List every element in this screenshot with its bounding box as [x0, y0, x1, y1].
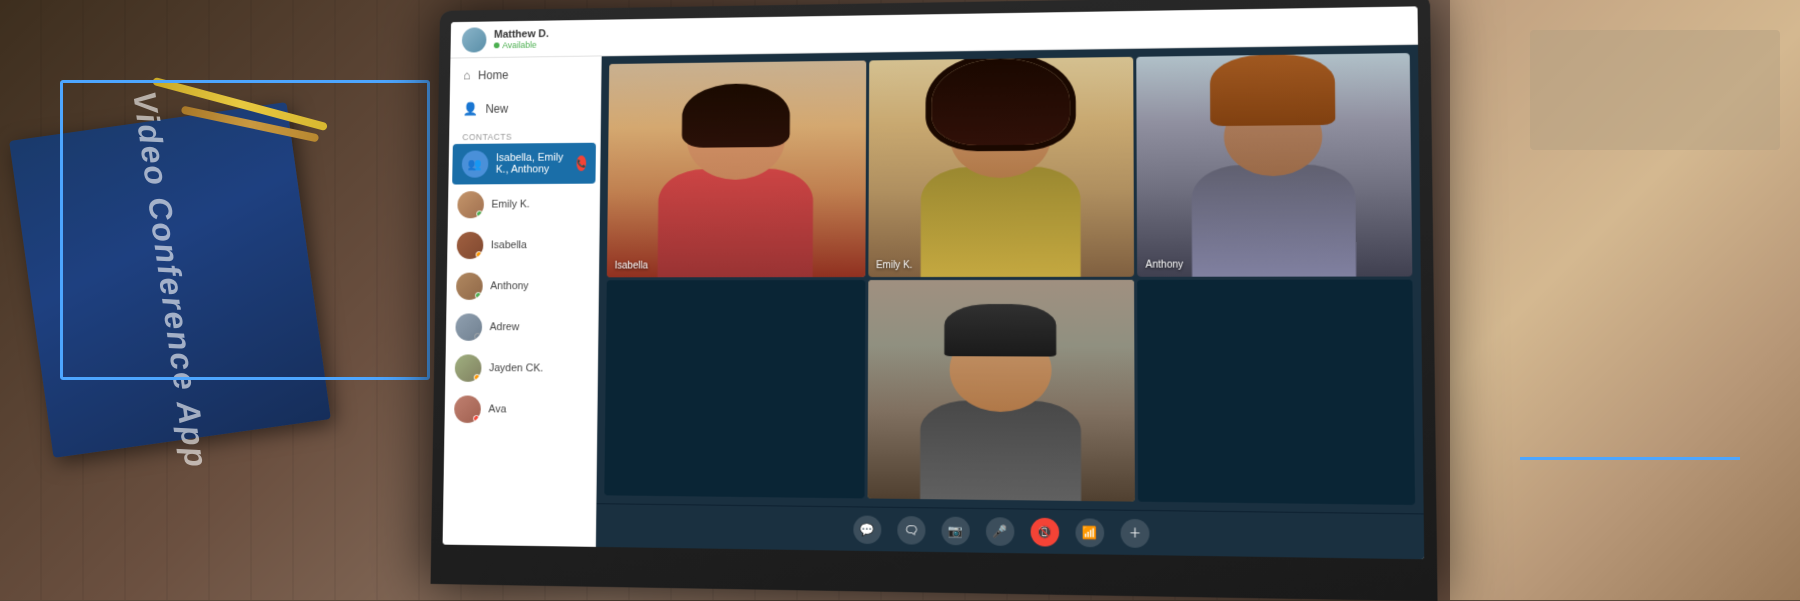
user-name: Matthew D.: [494, 28, 549, 40]
video-tile-bottom: [867, 279, 1135, 501]
contact-isabella[interactable]: Isabella: [447, 225, 599, 266]
video-tile-isabella: Isabella: [607, 61, 866, 277]
active-contact-name: Isabella, Emily K., Anthony: [496, 152, 569, 176]
jayden-status-dot: [474, 374, 481, 381]
signal-button[interactable]: 📶: [1075, 518, 1104, 547]
emily-avatar: [457, 191, 484, 218]
user-info: Matthew D. Available: [494, 28, 549, 50]
sidebar: ⌂ Home 👤 New Contacts 👥 Isabella, Emily …: [443, 56, 602, 547]
chat-button[interactable]: 🗨: [897, 515, 925, 544]
contact-jayden[interactable]: Jayden CK.: [445, 348, 597, 390]
nav-home[interactable]: ⌂ Home: [450, 56, 601, 92]
isabella-name: Isabella: [491, 239, 527, 251]
adrew-name: Adrew: [490, 321, 520, 333]
message-icon: 💬: [860, 522, 875, 536]
end-call-icon: 📵: [1037, 524, 1052, 538]
blue-highlight-box: [60, 80, 430, 380]
contact-active-group[interactable]: 👥 Isabella, Emily K., Anthony 📞: [452, 143, 596, 185]
chat-icon: 🗨: [904, 523, 919, 537]
nav-home-label: Home: [478, 68, 508, 82]
signal-icon: 📶: [1082, 525, 1097, 540]
isabella-status-dot: [476, 251, 483, 258]
label-anthony: Anthony: [1146, 259, 1184, 270]
anthony-avatar: [456, 273, 483, 300]
screen-body: ⌂ Home 👤 New Contacts 👥 Isabella, Emily …: [443, 45, 1425, 559]
anthony-name: Anthony: [490, 280, 529, 292]
user-status: Available: [494, 39, 549, 49]
jayden-name: Jayden CK.: [489, 362, 543, 374]
nav-new[interactable]: 👤 New: [449, 90, 600, 126]
emily-name: Emily K.: [491, 199, 529, 211]
video-tile-anthony: Anthony: [1137, 53, 1413, 276]
active-call-icon: 📞: [577, 155, 587, 171]
monitor: Matthew D. Available ⌂ Home 👤 New: [431, 0, 1438, 601]
status-dot: [494, 42, 500, 48]
video-grid: Isabella Emily K.: [596, 45, 1423, 514]
add-button[interactable]: ＋: [1121, 518, 1150, 547]
anthony-status-dot: [475, 292, 482, 299]
video-tile-emily: Emily K.: [868, 57, 1134, 277]
status-text: Available: [502, 40, 536, 50]
mic-button[interactable]: 🎤: [986, 517, 1014, 546]
adrew-status-dot: [474, 333, 481, 340]
video-tile-empty-right: [1137, 279, 1415, 505]
group-avatar: 👥: [462, 150, 489, 177]
label-isabella: Isabella: [615, 260, 648, 271]
camera-icon: 📷: [948, 523, 963, 537]
ava-status-dot: [473, 415, 480, 422]
end-call-button[interactable]: 📵: [1031, 517, 1060, 546]
user-avatar: [462, 27, 487, 52]
message-button[interactable]: 💬: [853, 515, 881, 544]
contact-emily[interactable]: Emily K.: [448, 184, 600, 226]
contacts-section-label: Contacts: [449, 125, 600, 144]
add-icon: ＋: [1129, 524, 1141, 542]
label-emily: Emily K.: [876, 260, 912, 271]
contact-adrew[interactable]: Adrew: [446, 307, 598, 348]
keyboard-area: [1530, 30, 1780, 150]
new-icon: 👤: [463, 101, 478, 117]
mic-icon: 🎤: [993, 524, 1008, 538]
blue-line-accent: [1520, 457, 1740, 460]
video-controls-bar: 💬 🗨 📷 🎤 📵 📶: [596, 503, 1424, 559]
isabella-avatar: [457, 232, 484, 259]
adrew-avatar: [455, 313, 482, 340]
contact-ava[interactable]: Ava: [444, 389, 596, 431]
jayden-avatar: [455, 354, 482, 381]
nav-new-label: New: [485, 102, 508, 116]
camera-button[interactable]: 📷: [942, 516, 970, 545]
contact-anthony[interactable]: Anthony: [446, 266, 598, 307]
emily-status-dot: [476, 210, 483, 217]
home-icon: ⌂: [463, 68, 471, 83]
ava-name: Ava: [488, 403, 506, 415]
video-tile-empty-left: [604, 280, 865, 499]
ava-avatar: [454, 395, 481, 423]
monitor-screen: Matthew D. Available ⌂ Home 👤 New: [443, 6, 1425, 559]
right-desk-area: [1450, 0, 1800, 600]
video-area: Isabella Emily K.: [596, 45, 1424, 559]
